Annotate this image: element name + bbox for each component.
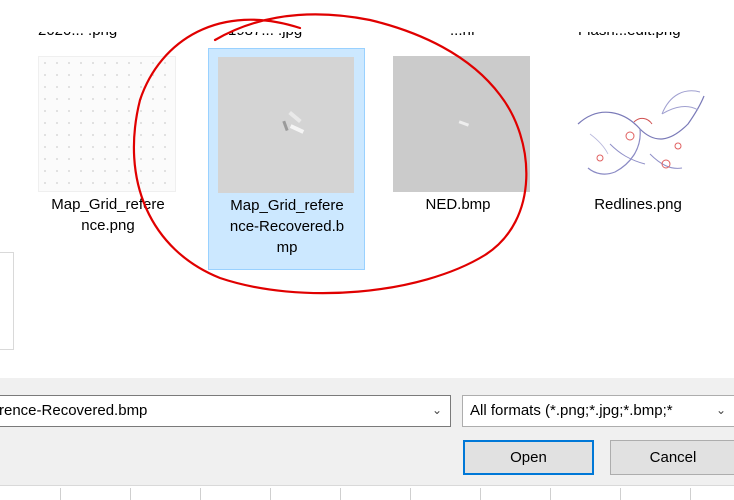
file-item-label: NED.bmp [425,196,491,213]
thumbnail-image [38,56,176,192]
partial-file-name[interactable]: Flash...edit.png [578,32,681,41]
file-item-ned-bmp[interactable]: NED.bmp [380,44,536,254]
partial-file-item[interactable] [0,252,14,350]
file-list-view[interactable]: 2020... .png 1987... .jpg ...hf Flash...… [0,0,734,378]
file-item-map-grid-reference-png[interactable]: Map_Grid_refere nce.png [30,44,186,254]
file-item-label: Map_Grid_refere nce-Recovered.b mp [229,197,345,256]
file-item-label: Redlines.png [594,196,682,213]
file-item-label: Map_Grid_refere nce.png [51,196,165,234]
thumbnail-glyph-icon [282,110,305,134]
file-name-value[interactable]: rence-Recovered.bmp [0,402,147,419]
file-name-combobox[interactable]: rence-Recovered.bmp ⌄ [0,395,451,427]
thumbnail-image [570,84,707,192]
background-window-strip [0,485,734,500]
chevron-down-icon[interactable]: ⌄ [432,403,442,417]
dragon-sketch-icon [577,90,705,175]
file-type-filter[interactable]: All formats (*.png;*.jpg;*.bmp;* ⌄ [462,395,734,427]
chevron-down-icon[interactable]: ⌄ [711,403,726,417]
partial-file-name[interactable]: 1987... .jpg [228,32,302,41]
file-type-filter-value[interactable]: All formats (*.png;*.jpg;*.bmp;* [470,402,673,419]
cancel-button[interactable]: Cancel [610,440,734,475]
partial-file-name[interactable]: 2020... .png [38,32,117,41]
thumbnail-image [393,56,530,192]
file-item-redlines-png[interactable]: Redlines.png [560,44,716,254]
thumbnail-image [218,57,354,193]
partial-file-name[interactable]: ...hf [450,32,475,41]
thumbnail-glyph-icon [458,120,470,127]
open-button[interactable]: Open [463,440,594,475]
file-item-map-grid-reference-recovered-bmp[interactable]: Map_Grid_refere nce-Recovered.b mp [208,48,365,270]
